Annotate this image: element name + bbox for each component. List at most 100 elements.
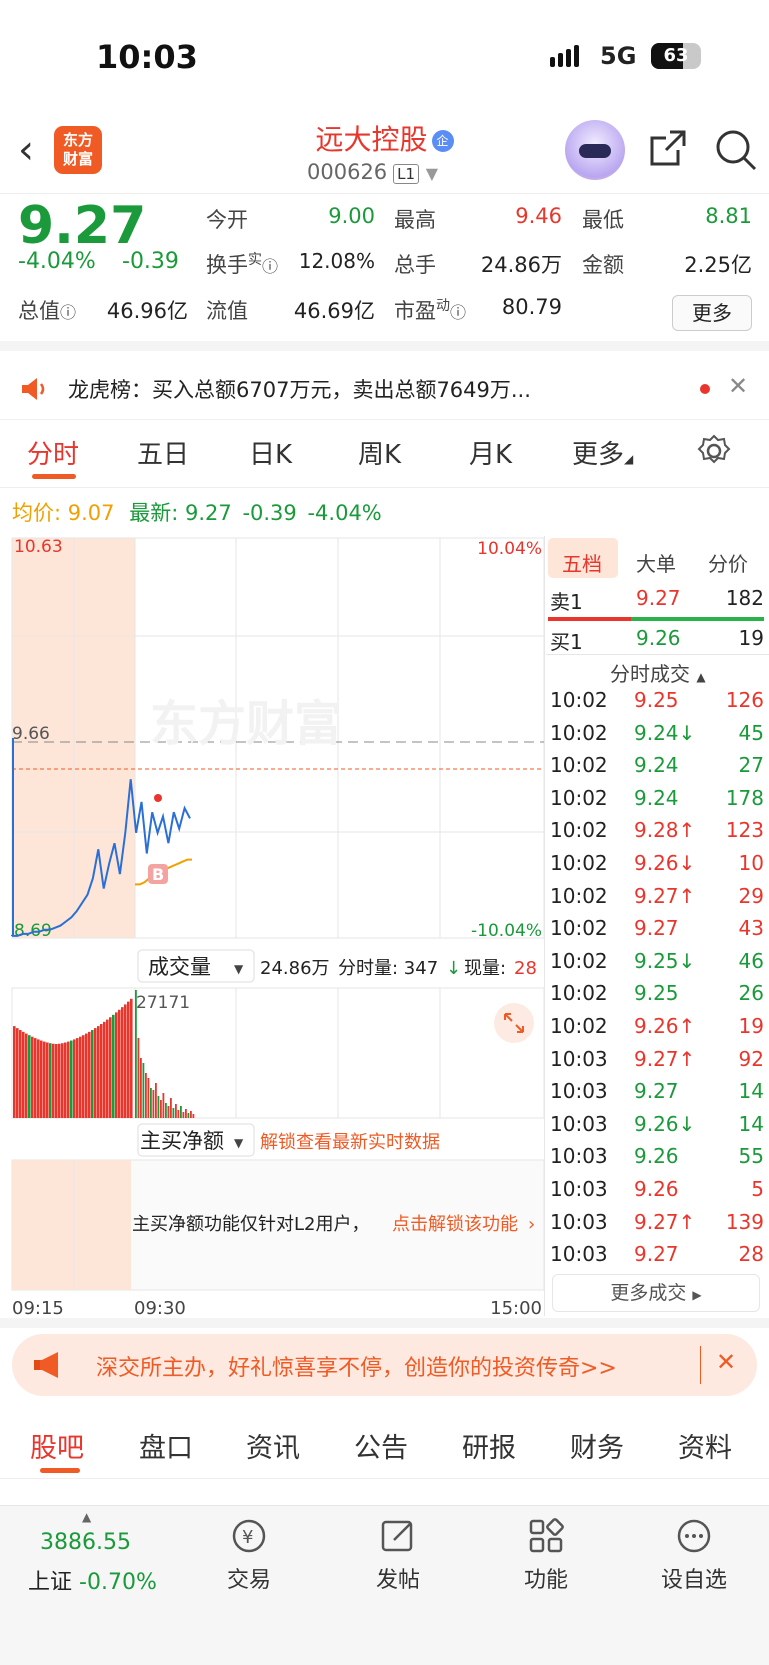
- tab-intraday[interactable]: 分时: [27, 434, 79, 471]
- mcap-label: 总值ⓘ: [18, 295, 76, 325]
- close-icon[interactable]: ✕: [716, 1348, 736, 1376]
- index-row[interactable]: 上证 -0.70%: [28, 1564, 157, 1596]
- volume-bar: [192, 1114, 195, 1118]
- index-value[interactable]: 3886.55: [40, 1530, 131, 1555]
- tab-orderbook[interactable]: 盘口: [139, 1426, 193, 1465]
- volume-bar: [115, 1012, 118, 1118]
- edit-icon: [381, 1520, 413, 1552]
- volume-bar: [55, 1044, 58, 1118]
- tab-announcement[interactable]: 公告: [354, 1426, 408, 1465]
- volume-bar: [170, 1098, 172, 1118]
- net-preopen-shade: [12, 1160, 131, 1290]
- tick-price-value: 9.25: [634, 688, 679, 712]
- info-icon[interactable]: ⓘ: [450, 303, 466, 322]
- tab-profile[interactable]: 资料: [678, 1426, 732, 1465]
- assistant-avatar[interactable]: [565, 120, 625, 180]
- volume-value: 24.86万: [480, 253, 562, 277]
- price-top-label: 10.63: [14, 537, 63, 557]
- tab-more-label: 更多: [572, 440, 625, 470]
- float-value: 46.69亿: [293, 299, 375, 323]
- volume-bar: [43, 1041, 46, 1118]
- tick-time: 10:02: [550, 981, 608, 1006]
- add-watchlist-button[interactable]: 设自选: [634, 1516, 754, 1594]
- pe-label-text: 市盈: [394, 299, 436, 323]
- tick-price: 9.26↓: [634, 1112, 695, 1136]
- last-price: 9.27: [18, 196, 147, 256]
- tick-row: 10:03 9.26 55: [548, 1144, 764, 1176]
- divider: [546, 654, 769, 655]
- tick-price: 9.25: [634, 688, 679, 712]
- volume-label: 总手: [394, 253, 436, 277]
- more-ticks-button[interactable]: 更多成交 ▶: [552, 1274, 760, 1312]
- volume-bar: [85, 1033, 88, 1118]
- tab-more[interactable]: 更多◢: [572, 434, 633, 471]
- l2-unlock-link[interactable]: 点击解锁该功能: [392, 1214, 518, 1235]
- volume-bar: [76, 1038, 79, 1118]
- volume-bar: [182, 1112, 185, 1118]
- tick-time: 10:02: [550, 916, 608, 941]
- tab-five-day[interactable]: 五日: [137, 434, 189, 471]
- tab-monthly-k[interactable]: 月K: [469, 434, 512, 471]
- yen-icon: ¥: [232, 1519, 266, 1553]
- caret-right-icon: ▶: [692, 1288, 702, 1302]
- close-icon[interactable]: ✕: [728, 372, 748, 400]
- pct-top-label: 10.04%: [477, 539, 542, 559]
- tab-forum[interactable]: 股吧: [30, 1426, 84, 1465]
- tick-price: 9.27: [634, 1242, 679, 1266]
- volume-bar: [82, 1035, 85, 1118]
- tick-row: 10:03 9.27↑ 139: [548, 1210, 764, 1242]
- volume-bar: [155, 1083, 157, 1118]
- tab-big-order[interactable]: 大单: [636, 548, 676, 577]
- tick-arrow-icon: ↑: [678, 1014, 696, 1038]
- post-button[interactable]: 发帖: [338, 1516, 458, 1594]
- info-icon[interactable]: ⓘ: [60, 303, 76, 322]
- intraday-chart[interactable]: 东方财富 10.63 9.66 8.69 10.04% -10.04% B 成交…: [0, 530, 546, 1320]
- tick-price-value: 9.26: [634, 1014, 679, 1038]
- l2-text: 主买净额功能仅针对L2用户，: [132, 1214, 369, 1235]
- tick-price: 9.25↓: [634, 949, 695, 973]
- stock-code-row[interactable]: 000626 L1 ▼: [307, 160, 438, 184]
- chevron-right-icon: ›: [528, 1214, 535, 1235]
- latest-change-pct: -4.04%: [307, 501, 382, 525]
- tick-volume: 10: [738, 851, 764, 875]
- more-button[interactable]: 更多: [672, 295, 752, 331]
- level-badge: L1: [393, 164, 420, 184]
- gear-icon[interactable]: [697, 434, 731, 468]
- enterprise-badge: 企: [431, 130, 454, 152]
- search-icon[interactable]: [714, 128, 758, 172]
- tab-weekly-k[interactable]: 周K: [358, 434, 401, 471]
- function-button[interactable]: 功能: [486, 1516, 606, 1594]
- high-marker: [154, 794, 162, 802]
- volume-bar: [175, 1104, 177, 1118]
- caret-up-icon: ▲: [696, 670, 706, 684]
- tab-price-dist[interactable]: 分价: [708, 548, 748, 577]
- volume-bar: [103, 1021, 106, 1118]
- volume-bar: [106, 1019, 109, 1118]
- battery-icon: 63: [651, 43, 701, 69]
- tab-finance[interactable]: 财务: [570, 1426, 624, 1465]
- tick-time: 10:02: [550, 948, 608, 973]
- volume-bar: [13, 1026, 16, 1118]
- tick-volume: 14: [738, 1111, 764, 1136]
- ticks-title[interactable]: 分时成交 ▲: [610, 658, 706, 687]
- notice-bar[interactable]: 龙虎榜：买入总额6707万元，卖出总额7649万... ✕: [0, 360, 769, 420]
- tab-research[interactable]: 研报: [462, 1426, 516, 1465]
- info-icon[interactable]: ⓘ: [262, 257, 278, 276]
- tab-five-level[interactable]: 五档: [562, 548, 602, 577]
- tab-underline: [40, 1468, 80, 1473]
- amount-label: 金额: [582, 253, 624, 277]
- volume-bar: [88, 1031, 91, 1118]
- expand-icon[interactable]: [494, 1003, 534, 1043]
- sell1-row[interactable]: 卖1 9.27 182: [548, 586, 764, 618]
- trade-button[interactable]: ¥ 交易: [189, 1516, 309, 1594]
- price-info-line: 均价: 9.07 最新: 9.27 -0.39 -4.04%: [12, 497, 382, 527]
- tab-daily-k[interactable]: 日K: [249, 434, 292, 471]
- volume-bar: [64, 1042, 67, 1118]
- tick-price-value: 9.26: [634, 1111, 679, 1136]
- ad-banner[interactable]: 深交所主办，好礼惊喜享不停，创造你的投资传奇>> ✕: [12, 1334, 757, 1396]
- tab-news[interactable]: 资讯: [246, 1426, 300, 1465]
- tick-time: 10:03: [550, 1046, 608, 1071]
- share-icon[interactable]: [648, 128, 688, 168]
- unlock-link[interactable]: 解锁查看最新实时数据: [260, 1132, 440, 1153]
- tick-volume: 46: [738, 948, 764, 973]
